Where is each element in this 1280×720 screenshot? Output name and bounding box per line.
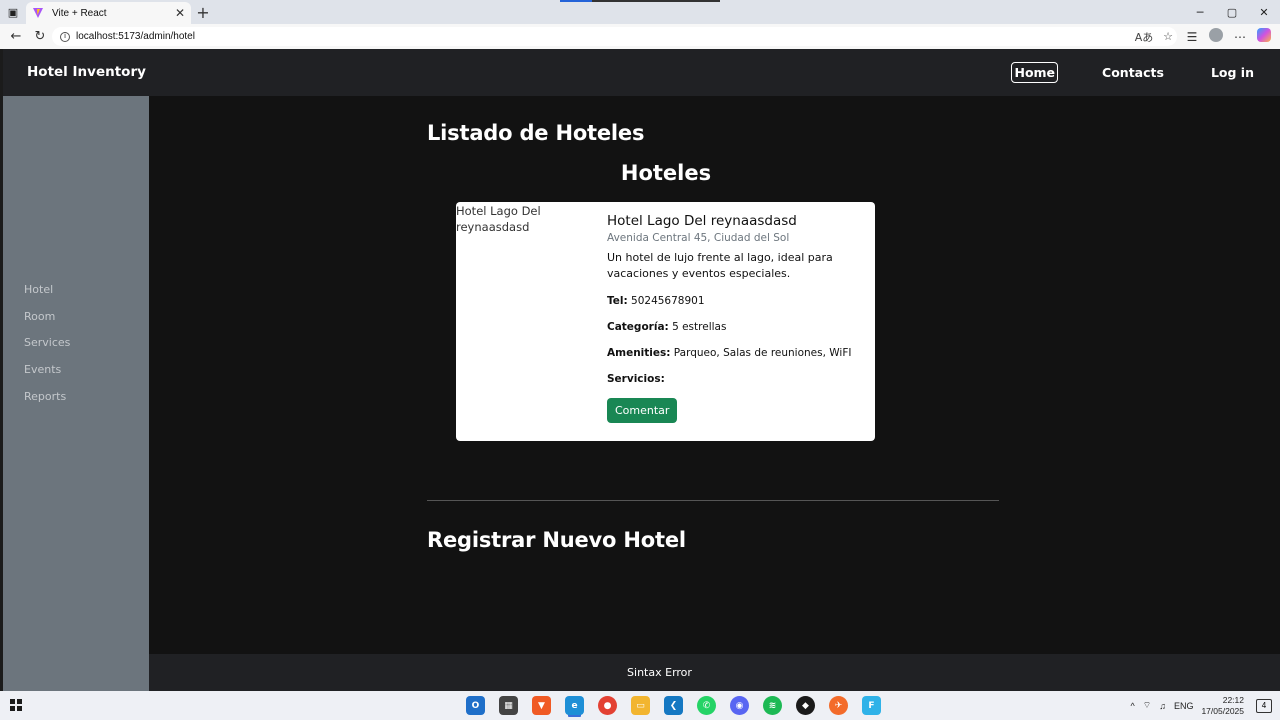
- browser-actions: ☰ ⋯: [1180, 24, 1276, 49]
- edge-icon[interactable]: e: [565, 696, 584, 715]
- browser-toolbar: ← ↻ i localhost:5173/admin/hotel Aあ ☆ ☰ …: [0, 24, 1280, 49]
- sidebar-item-reports[interactable]: Reports: [24, 390, 70, 417]
- file-explorer-icon[interactable]: ▭: [631, 696, 650, 715]
- hotel-tel: Tel: 50245678901: [607, 294, 867, 308]
- tel-value: 50245678901: [631, 295, 705, 307]
- favorite-star-icon[interactable]: ☆: [1156, 30, 1180, 43]
- nav-home-link[interactable]: Home: [1011, 62, 1059, 83]
- hotel-description: Un hotel de lujo frente al lago, ideal p…: [607, 251, 833, 280]
- address-bar[interactable]: i localhost:5173/admin/hotel: [52, 27, 1177, 46]
- more-menu-icon[interactable]: ⋯: [1228, 30, 1252, 44]
- section-title: Hoteles: [620, 161, 712, 185]
- hotel-name: Hotel Lago Del reynaasdasd: [607, 213, 797, 229]
- hotel-image-broken: Hotel Lago Del reynaasdasd: [456, 204, 541, 234]
- nav-links: Home Contacts Log in: [1011, 49, 1280, 96]
- system-tray: ^ ⌔ ♫ ENG 22:12 17/05/2025 4: [1130, 691, 1272, 720]
- sidebar: Hotel Room Services Events Reports: [3, 96, 149, 691]
- app-root: Hotel Inventory Home Contacts Log in Hot…: [3, 49, 1280, 691]
- hotel-services: Servicios:: [607, 372, 867, 386]
- hotel-amenities: Amenities: Parqueo, Salas de reuniones, …: [607, 346, 867, 360]
- vscode-icon[interactable]: ❮: [664, 696, 683, 715]
- tel-label: Tel:: [607, 295, 628, 307]
- tab-actions-icon[interactable]: ▣: [0, 0, 26, 24]
- copilot-icon[interactable]: [1252, 28, 1276, 45]
- figma-app-icon[interactable]: F: [862, 696, 881, 715]
- hotel-category: Categoría: 5 estrellas: [607, 320, 867, 334]
- brand-link[interactable]: Hotel Inventory: [27, 64, 146, 80]
- notifications-icon[interactable]: 4: [1256, 698, 1272, 713]
- postman-icon[interactable]: ✈: [829, 696, 848, 715]
- volume-icon[interactable]: ♫: [1159, 701, 1166, 711]
- category-value: 5 estrellas: [672, 321, 727, 333]
- tab-title: Vite + React: [52, 7, 107, 19]
- clock-time: 22:12: [1222, 694, 1244, 705]
- sidebar-menu: Hotel Room Services Events Reports: [24, 283, 70, 416]
- sidebar-item-room[interactable]: Room: [24, 310, 70, 337]
- window-controls: ─ ▢ ✕: [1184, 0, 1280, 24]
- vite-logo-icon: [33, 8, 43, 18]
- discord-icon[interactable]: ◉: [730, 696, 749, 715]
- top-navbar: Hotel Inventory Home Contacts Log in: [3, 49, 1280, 96]
- new-tab-button[interactable]: +: [191, 3, 215, 22]
- chrome-icon[interactable]: ●: [598, 696, 617, 715]
- section-divider: [427, 500, 999, 501]
- footer-text: Sintax Error: [627, 666, 692, 679]
- store-icon[interactable]: ▦: [499, 696, 518, 715]
- hotel-card: Hotel Lago Del reynaasdasd Hotel Lago De…: [456, 202, 875, 441]
- clock[interactable]: 22:12 17/05/2025: [1201, 695, 1244, 717]
- profile-avatar-icon[interactable]: [1204, 28, 1228, 45]
- category-label: Categoría:: [607, 321, 669, 333]
- address-bar-actions: Aあ ☆: [1132, 24, 1180, 49]
- comment-button[interactable]: Comentar: [607, 398, 678, 423]
- refresh-icon[interactable]: ↻: [28, 24, 52, 49]
- whatsapp-icon[interactable]: ✆: [697, 696, 716, 715]
- hotel-card-body: Hotel Lago Del reynaasdasd Avenida Centr…: [607, 212, 867, 423]
- url-text: localhost:5173/admin/hotel: [76, 31, 195, 42]
- window-drag-indicator: [560, 0, 720, 2]
- taskbar-apps: O ▦ ▼ e ● ▭ ❮ ✆ ◉ ≋ ◆ ✈ F: [466, 696, 895, 715]
- brave-icon[interactable]: ▼: [532, 696, 551, 715]
- language-indicator[interactable]: ENG: [1174, 701, 1194, 711]
- tray-chevron-icon[interactable]: ^: [1130, 701, 1134, 711]
- close-window-button[interactable]: ✕: [1248, 0, 1280, 24]
- amenities-label: Amenities:: [607, 347, 671, 359]
- sidebar-item-events[interactable]: Events: [24, 363, 70, 390]
- windows-taskbar: O ▦ ▼ e ● ▭ ❮ ✆ ◉ ≋ ◆ ✈ F ^ ⌔ ♫ ENG 22:1…: [0, 691, 1280, 720]
- notification-count: 4: [1261, 701, 1267, 710]
- back-icon[interactable]: ←: [4, 24, 28, 49]
- tab-close-icon[interactable]: ✕: [175, 6, 185, 20]
- register-title: Registrar Nuevo Hotel: [427, 528, 686, 552]
- sidebar-item-hotel[interactable]: Hotel: [24, 283, 70, 310]
- main-content: Listado de Hoteles Hoteles Hotel Lago De…: [149, 96, 1280, 654]
- read-aloud-icon[interactable]: Aあ: [1132, 29, 1156, 45]
- services-label: Servicios:: [607, 373, 665, 385]
- outlook-icon[interactable]: O: [466, 696, 485, 715]
- nav-contacts-link[interactable]: Contacts: [1100, 63, 1166, 82]
- hotel-address: Avenida Central 45, Ciudad del Sol: [607, 232, 790, 244]
- site-info-icon[interactable]: i: [60, 31, 70, 42]
- clock-date: 17/05/2025: [1201, 705, 1244, 716]
- nav-login-link[interactable]: Log in: [1209, 63, 1256, 82]
- favorites-icon[interactable]: ☰: [1180, 30, 1204, 44]
- browser-tab[interactable]: Vite + React ✕: [26, 2, 191, 24]
- maximize-button[interactable]: ▢: [1216, 0, 1248, 24]
- windows-start-icon[interactable]: [10, 699, 22, 711]
- minimize-button[interactable]: ─: [1184, 0, 1216, 24]
- mongodb-compass-icon[interactable]: ◆: [796, 696, 815, 715]
- footer: Sintax Error: [149, 654, 1280, 691]
- browser-tab-bar: ▣ Vite + React ✕ + ─ ▢ ✕: [0, 0, 1280, 24]
- sidebar-item-services[interactable]: Services: [24, 336, 70, 363]
- amenities-value: Parqueo, Salas de reuniones, WiFI: [673, 347, 852, 359]
- spotify-icon[interactable]: ≋: [763, 696, 782, 715]
- wifi-icon[interactable]: ⌔: [1143, 700, 1151, 711]
- page-title: Listado de Hoteles: [427, 121, 645, 145]
